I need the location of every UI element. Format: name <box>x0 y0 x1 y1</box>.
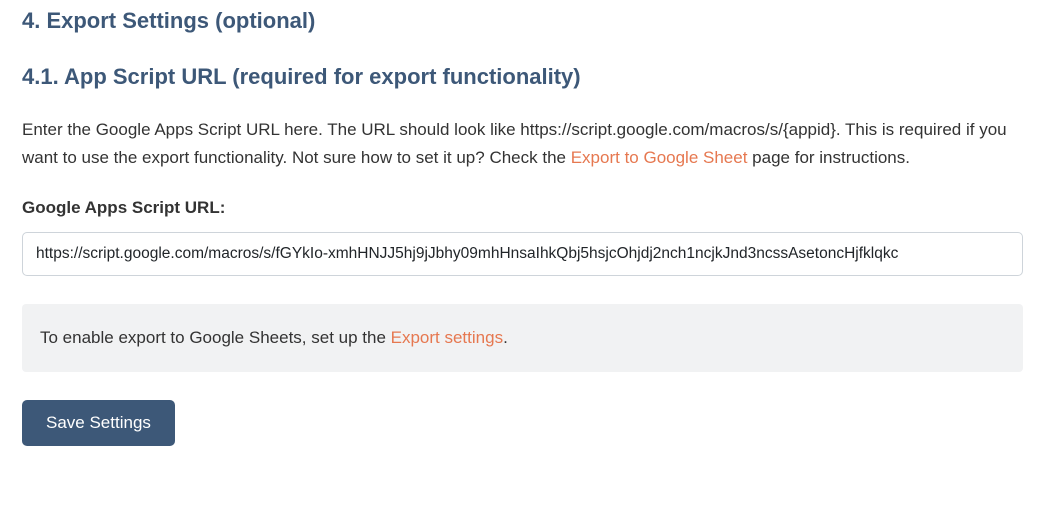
save-settings-button[interactable]: Save Settings <box>22 400 175 446</box>
apps-script-url-label: Google Apps Script URL: <box>22 198 1023 218</box>
export-notice: To enable export to Google Sheets, set u… <box>22 304 1023 372</box>
subsection-heading: 4.1. App Script URL (required for export… <box>22 64 1023 90</box>
notice-part1: To enable export to Google Sheets, set u… <box>40 328 391 347</box>
apps-script-url-input[interactable] <box>22 232 1023 276</box>
export-guide-link[interactable]: Export to Google Sheet <box>571 148 748 167</box>
notice-part2: . <box>503 328 508 347</box>
export-settings-link[interactable]: Export settings <box>391 328 503 347</box>
description-part2: page for instructions. <box>747 148 910 167</box>
description-text: Enter the Google Apps Script URL here. T… <box>22 116 1023 172</box>
section-heading: 4. Export Settings (optional) <box>22 8 1023 34</box>
